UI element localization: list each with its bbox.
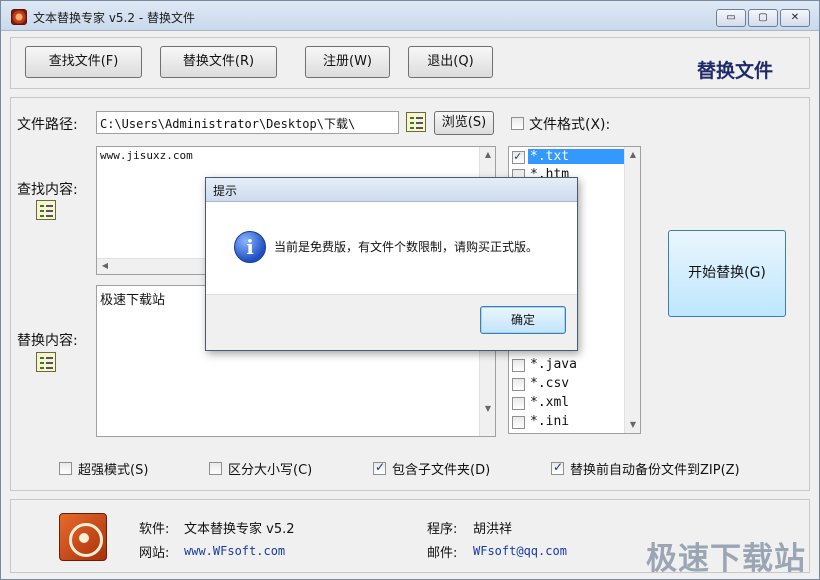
notice-dialog: 提示 i 当前是免费版，有文件个数限制，请购买正式版。 确定 — [205, 177, 578, 351]
folder-list-icon[interactable] — [406, 112, 426, 132]
app-icon — [11, 9, 27, 25]
dialog-title-bar: 提示 — [206, 178, 577, 202]
window-title: 文本替换专家 v5.2 - 替换文件 — [33, 11, 195, 25]
scroll-left-icon[interactable]: ◀ — [97, 261, 113, 270]
format-item[interactable]: *.xml — [512, 395, 625, 413]
dialog-title: 提示 — [213, 184, 238, 198]
replace-label: 替换内容: — [17, 333, 78, 349]
option-label: 超强模式(S) — [78, 463, 149, 478]
page-heading: 替换文件 — [697, 60, 774, 82]
format-label: *.txt — [528, 149, 624, 164]
format-item[interactable]: *.ini — [512, 414, 625, 432]
format-label: *.java — [530, 357, 577, 372]
format-checkbox[interactable] — [512, 378, 525, 391]
author-label: 程序: — [427, 522, 458, 537]
format-item[interactable]: *.csv — [512, 376, 625, 394]
dialog-message: 当前是免费版，有文件个数限制，请购买正式版。 — [274, 240, 539, 254]
website-link[interactable]: www.WFsoft.com — [184, 544, 285, 558]
replace-text: 极速下载站 — [100, 293, 166, 308]
format-checkbox[interactable] — [512, 416, 525, 429]
path-label: 文件路径: — [17, 117, 78, 133]
software-label: 软件: — [139, 522, 170, 537]
browse-button[interactable]: 浏览(S) — [434, 111, 494, 135]
minimize-button[interactable]: ▭ — [716, 9, 746, 27]
format-checkbox[interactable] — [512, 397, 525, 410]
find-label: 查找内容: — [17, 182, 78, 198]
path-input[interactable]: C:\Users\Administrator\Desktop\下载\ — [96, 111, 399, 134]
register-button[interactable]: 注册(W) — [305, 46, 390, 78]
email-label: 邮件: — [427, 546, 458, 561]
find-text: www.jisuxz.com — [100, 149, 193, 162]
format-checkbox[interactable] — [512, 359, 525, 372]
ok-button[interactable]: 确定 — [480, 306, 566, 334]
format-label: *.ini — [530, 414, 570, 429]
website-label: 网站: — [139, 546, 170, 561]
author-value: 胡洪祥 — [473, 522, 513, 537]
format-list-vscroll[interactable]: ▲ ▼ — [624, 147, 640, 433]
file-format-label: 文件格式(X): — [529, 117, 611, 133]
scroll-up-icon[interactable]: ▲ — [625, 150, 641, 159]
find-content-list-icon[interactable] — [36, 200, 56, 220]
exit-button[interactable]: 退出(Q) — [408, 46, 493, 78]
option-label: 包含子文件夹(D) — [392, 463, 491, 478]
maximize-button[interactable]: ▢ — [748, 9, 778, 27]
software-value: 文本替换专家 v5.2 — [184, 522, 295, 537]
option-checkbox[interactable] — [209, 462, 222, 475]
option-checkbox[interactable] — [373, 460, 386, 475]
scroll-down-icon[interactable]: ▼ — [625, 420, 641, 429]
title-bar: 文本替换专家 v5.2 - 替换文件 ▭ ▢ ✕ — [1, 1, 819, 31]
close-button[interactable]: ✕ — [780, 9, 810, 27]
file-format-checkbox[interactable] — [511, 117, 524, 130]
format-label: *.xml — [530, 395, 570, 410]
scroll-up-icon[interactable]: ▲ — [480, 150, 496, 159]
watermark-text: 极速下载站 — [646, 541, 806, 577]
format-label: *.csv — [530, 376, 570, 391]
find-files-button[interactable]: 查找文件(F) — [25, 46, 142, 78]
format-checkbox[interactable] — [512, 149, 525, 164]
scroll-down-icon[interactable]: ▼ — [480, 404, 496, 413]
format-item[interactable]: *.java — [512, 357, 625, 375]
option-checkbox[interactable] — [59, 462, 72, 475]
start-replace-button[interactable]: 开始替换(G) — [668, 230, 786, 317]
replace-content-list-icon[interactable] — [36, 352, 56, 372]
wfsoft-logo-icon — [59, 513, 107, 561]
option-label: 替换前自动备份文件到ZIP(Z) — [570, 463, 740, 478]
email-link[interactable]: WFsoft@qq.com — [473, 544, 567, 558]
info-icon: i — [234, 231, 266, 263]
option-checkbox[interactable] — [551, 460, 564, 475]
replace-files-button[interactable]: 替换文件(R) — [160, 46, 277, 78]
option-label: 区分大小写(C) — [228, 463, 313, 478]
format-item[interactable]: *.txt — [512, 149, 625, 167]
